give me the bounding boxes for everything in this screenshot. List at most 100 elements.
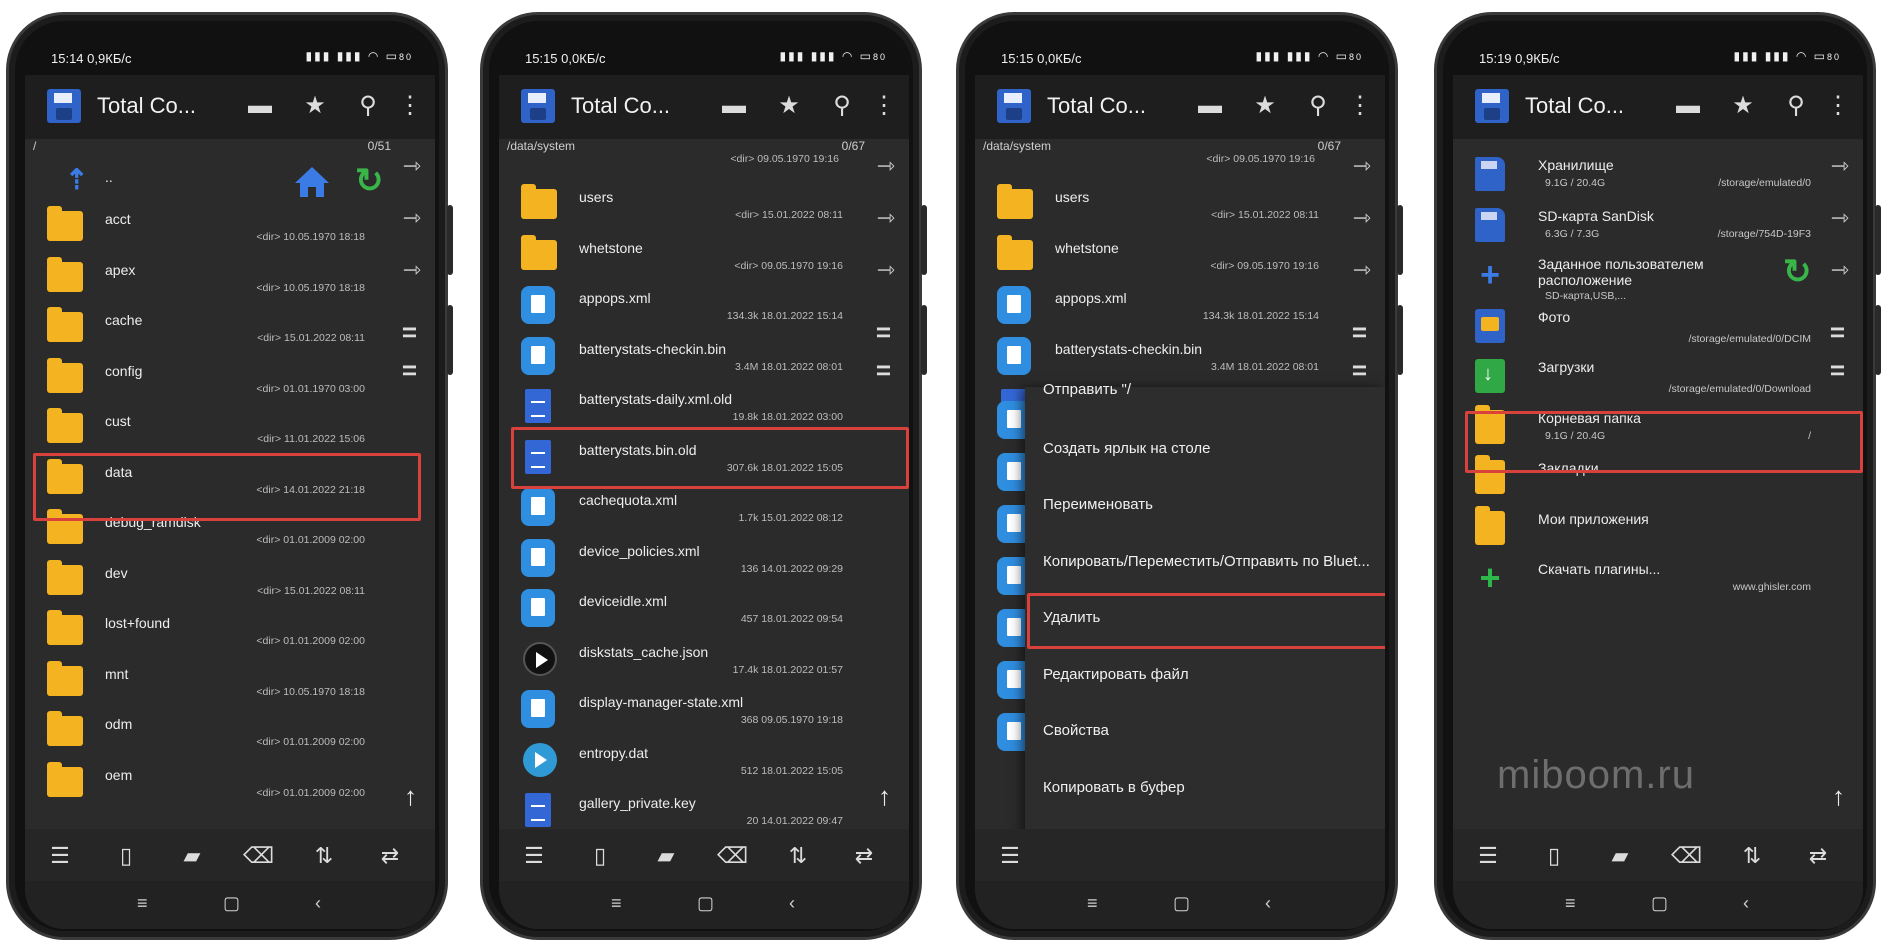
folder-row[interactable]: cust <dir> 11.01.2022 15:06 <box>35 401 365 453</box>
location-row[interactable]: + Скачать плагины... www.ghisler.com <box>1453 555 1863 605</box>
folder-row[interactable]: oem <dir> 01.01.2009 02:00 <box>35 755 365 807</box>
file-row[interactable]: appops.xml 134.3k 18.01.2022 15:14 <box>509 278 869 330</box>
sort-icon[interactable]: ⇅ <box>783 841 813 871</box>
location-row[interactable]: Мои приложения <box>1453 505 1863 555</box>
save-icon[interactable] <box>521 89 555 123</box>
refresh-icon[interactable]: ↻ <box>1783 252 1812 292</box>
search-icon[interactable]: ⚲ <box>1303 91 1333 121</box>
select-list-icon[interactable]: ☰ <box>995 841 1025 871</box>
folder-icon[interactable]: ▬ <box>245 91 275 121</box>
arrow-right-icon[interactable]: ⇾ <box>403 153 421 179</box>
bookmark-icon[interactable]: ★ <box>774 91 804 121</box>
equals-icon[interactable]: = <box>1352 355 1367 386</box>
delete-icon[interactable]: ⌫ <box>1671 841 1702 871</box>
menu-item[interactable]: Редактировать файл <box>1043 666 1189 683</box>
folder-row[interactable]: cache <dir> 15.01.2022 08:11 <box>35 300 365 352</box>
arrow-right-icon[interactable]: ⇾ <box>403 205 421 231</box>
equals-icon[interactable]: = <box>1352 317 1367 348</box>
arrow-right-icon[interactable]: ⇾ <box>1831 205 1849 231</box>
more-menu-icon[interactable]: ⋮ <box>1823 91 1853 121</box>
delete-icon[interactable]: ⌫ <box>243 841 274 871</box>
file-row[interactable]: device_policies.xml 136 14.01.2022 09:29 <box>509 531 869 583</box>
more-menu-icon[interactable]: ⋮ <box>1345 91 1375 121</box>
nav-back-icon[interactable]: ‹ <box>1743 893 1749 914</box>
refresh-icon[interactable]: ↻ <box>355 161 384 201</box>
search-icon[interactable]: ⚲ <box>353 91 383 121</box>
location-row[interactable]: + Заданное пользователем расположение SD-к… <box>1453 252 1863 302</box>
save-icon[interactable] <box>47 89 81 123</box>
menu-item[interactable]: Копировать/Переместить/Отправить по Blue… <box>1043 553 1370 570</box>
nav-menu-icon[interactable]: ≡ <box>137 893 148 914</box>
nav-home-icon[interactable]: ▢ <box>697 893 714 914</box>
arrow-right-icon[interactable]: ⇾ <box>877 205 895 231</box>
new-file-icon[interactable]: ▯ <box>585 841 615 871</box>
location-row[interactable]: SD-карта SanDisk 6.3G / 7.3G/storage/754D… <box>1453 202 1863 252</box>
folder-icon[interactable]: ▬ <box>719 91 749 121</box>
swap-panels-icon[interactable]: ⇄ <box>375 841 405 871</box>
swap-panels-icon[interactable]: ⇄ <box>1803 841 1833 871</box>
folder-row[interactable]: apex <dir> 10.05.1970 18:18 <box>35 250 365 302</box>
menu-item[interactable]: Создать ярлык на столе <box>1043 440 1211 457</box>
select-list-icon[interactable]: ☰ <box>1473 841 1503 871</box>
arrow-right-icon[interactable]: ⇾ <box>1831 153 1849 179</box>
location-row[interactable]: Загрузки/storage/emulated/0/Download <box>1453 353 1863 403</box>
equals-icon[interactable]: = <box>402 317 417 348</box>
location-row[interactable]: Фото/storage/emulated/0/DCIM <box>1453 303 1863 353</box>
file-row[interactable]: display-manager-state.xml 368 09.05.1970 … <box>509 682 869 734</box>
location-row[interactable]: Хранилище 9.1G / 20.4G/storage/emulated/0 <box>1453 151 1863 201</box>
archive-icon[interactable]: ▰ <box>1605 841 1635 871</box>
search-icon[interactable]: ⚲ <box>1781 91 1811 121</box>
nav-menu-icon[interactable]: ≡ <box>1565 893 1576 914</box>
menu-item[interactable]: Свойства <box>1043 722 1109 739</box>
equals-icon[interactable]: = <box>876 355 891 386</box>
arrow-right-icon[interactable]: ⇾ <box>1353 153 1371 179</box>
save-icon[interactable] <box>997 89 1031 123</box>
menu-item[interactable]: Отправить "/ <box>1043 381 1131 398</box>
file-row[interactable]: gallery_private.key 20 14.01.2022 09:47 <box>509 783 869 835</box>
delete-icon[interactable]: ⌫ <box>717 841 748 871</box>
folder-row[interactable]: acct <dir> 10.05.1970 18:18 <box>35 199 365 251</box>
scroll-up-icon[interactable]: ↑ <box>878 781 891 812</box>
equals-icon[interactable]: = <box>402 355 417 386</box>
new-file-icon[interactable]: ▯ <box>1539 841 1569 871</box>
sort-icon[interactable]: ⇅ <box>309 841 339 871</box>
sort-icon[interactable]: ⇅ <box>1737 841 1767 871</box>
file-row[interactable]: batterystats-daily.xml.old 19.8k 18.01.20… <box>509 379 869 431</box>
file-row[interactable]: whetstone <dir> 09.05.1970 19:16 <box>509 228 869 280</box>
more-menu-icon[interactable]: ⋮ <box>869 91 899 121</box>
save-icon[interactable] <box>1475 89 1509 123</box>
folder-row[interactable]: dev <dir> 15.01.2022 08:11 <box>35 553 365 605</box>
search-icon[interactable]: ⚲ <box>827 91 857 121</box>
arrow-right-icon[interactable]: ⇾ <box>1353 257 1371 283</box>
bookmark-icon[interactable]: ★ <box>1728 91 1758 121</box>
new-file-icon[interactable]: ▯ <box>111 841 141 871</box>
folder-row[interactable]: mnt <dir> 10.05.1970 18:18 <box>35 654 365 706</box>
file-row[interactable]: users <dir> 15.01.2022 08:11 <box>985 177 1345 229</box>
nav-back-icon[interactable]: ‹ <box>789 893 795 914</box>
bookmark-icon[interactable]: ★ <box>300 91 330 121</box>
select-list-icon[interactable]: ☰ <box>45 841 75 871</box>
select-list-icon[interactable]: ☰ <box>519 841 549 871</box>
folder-row[interactable]: lost+found <dir> 01.01.2009 02:00 <box>35 603 365 655</box>
folder-icon[interactable]: ▬ <box>1673 91 1703 121</box>
file-row[interactable]: whetstone <dir> 09.05.1970 19:16 <box>985 228 1345 280</box>
nav-home-icon[interactable]: ▢ <box>223 893 240 914</box>
file-row[interactable]: diskstats_cache.json 17.4k 18.01.2022 01:… <box>509 632 869 684</box>
equals-icon[interactable]: = <box>876 317 891 348</box>
folder-row[interactable]: config <dir> 01.01.1970 03:00 <box>35 351 365 403</box>
equals-icon[interactable]: = <box>1830 317 1845 348</box>
more-menu-icon[interactable]: ⋮ <box>395 91 425 121</box>
nav-menu-icon[interactable]: ≡ <box>611 893 622 914</box>
arrow-right-icon[interactable]: ⇾ <box>1353 205 1371 231</box>
arrow-right-icon[interactable]: ⇾ <box>877 153 895 179</box>
home-icon[interactable] <box>293 165 331 199</box>
menu-item[interactable]: Копировать в буфер <box>1043 779 1185 796</box>
bookmark-icon[interactable]: ★ <box>1250 91 1280 121</box>
folder-icon[interactable]: ▬ <box>1195 91 1225 121</box>
folder-row[interactable]: odm <dir> 01.01.2009 02:00 <box>35 704 365 756</box>
scroll-up-icon[interactable]: ↑ <box>404 781 417 812</box>
nav-back-icon[interactable]: ‹ <box>1265 893 1271 914</box>
menu-item[interactable]: Переименовать <box>1043 496 1153 513</box>
equals-icon[interactable]: = <box>1830 355 1845 386</box>
file-row[interactable]: batterystats-checkin.bin 3.4M 18.01.2022 … <box>509 329 869 381</box>
